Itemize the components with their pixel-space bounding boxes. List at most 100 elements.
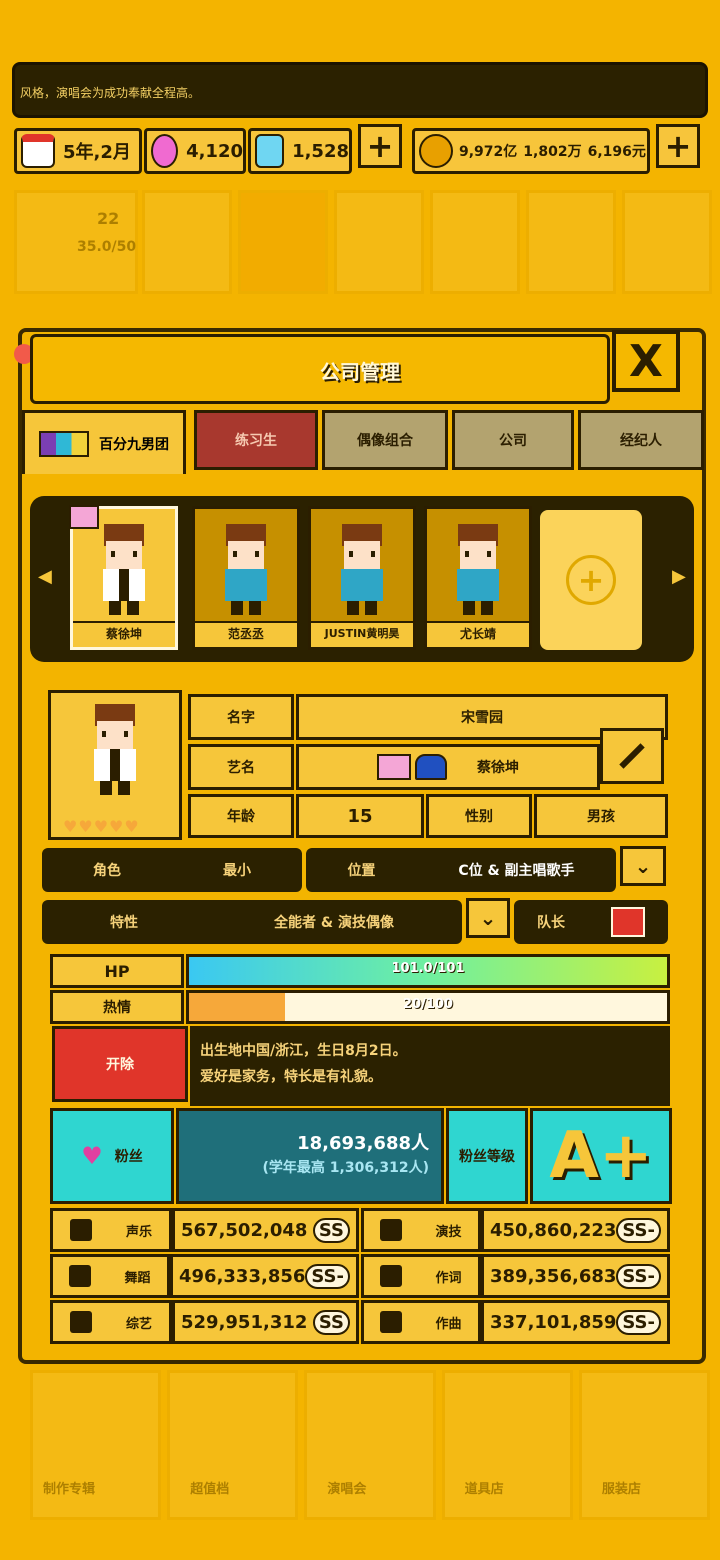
diamond-icon	[255, 134, 285, 168]
hp-bar: 101.0/101	[186, 954, 670, 988]
position-value: C位 & 副主唱歌手	[458, 863, 575, 879]
stat-value: 450,860,223	[490, 1219, 617, 1241]
bottom-tile: 超值档	[167, 1370, 299, 1520]
chevron-down-icon: ⌄	[634, 854, 652, 878]
fan-level-grade-box: A+	[530, 1108, 672, 1204]
stat-label: 综艺	[125, 1316, 152, 1332]
money-yi-text: 9,972亿	[459, 144, 518, 160]
stat-grade: SS	[312, 1217, 350, 1243]
tab-manager[interactable]: 经纪人	[578, 410, 704, 470]
stat-value-box: 567,502,048 SS	[172, 1208, 359, 1252]
bg-tile-2	[142, 190, 232, 294]
piano-icon	[380, 1311, 403, 1333]
trait-label: 特性	[110, 915, 138, 931]
passion-label: 热情	[50, 990, 184, 1024]
stat-grade: SS-	[616, 1309, 661, 1335]
bottom-tile: 演唱会	[304, 1370, 436, 1520]
add-money-button[interactable]: +	[656, 124, 700, 168]
tab-group[interactable]: 百分九男团	[22, 410, 186, 474]
stat-row: 作曲 337,101,859 SS-	[361, 1300, 670, 1344]
position-dropdown-button[interactable]: ⌄	[620, 846, 666, 886]
stat-label-box: 作词	[361, 1254, 481, 1298]
stat-label-box: 综艺	[50, 1300, 172, 1344]
member-card-2[interactable]: 范丞丞	[192, 506, 300, 650]
member-card-3[interactable]: JUSTIN黄明昊	[308, 506, 416, 650]
crown-icon	[69, 505, 99, 529]
group-icon	[39, 430, 89, 457]
label-text: 年龄	[227, 809, 255, 825]
trait-row: 特性 全能者 & 演技偶像	[42, 900, 462, 944]
tab-company[interactable]: 公司	[452, 410, 574, 470]
bg-tile-5	[430, 190, 520, 294]
label-text: 热情	[103, 1000, 131, 1016]
carousel-left-arrow[interactable]: ◀	[38, 566, 52, 587]
panel-title: 公司管理	[320, 360, 400, 384]
leader-toggle-icon[interactable]	[611, 907, 645, 937]
tab-label: 练习生	[235, 433, 277, 449]
bottom-tile: 服装店	[578, 1370, 711, 1520]
bg-tile-3	[238, 190, 328, 294]
gems-display: 4,120	[144, 128, 246, 174]
stat-value-box: 529,951,312 SS	[172, 1300, 359, 1344]
shoe-icon	[69, 1265, 92, 1287]
member-card-4[interactable]: 尤长靖	[424, 506, 532, 650]
tab-label: 经纪人	[620, 433, 662, 449]
stat-row: 舞蹈 496,333,856 SS-	[50, 1254, 359, 1298]
gems-text: 4,120	[186, 140, 243, 162]
pen-icon	[380, 1265, 403, 1287]
add-gems-button[interactable]: +	[358, 124, 402, 168]
bg-tile-7	[622, 190, 712, 294]
passion-bar: 20/100	[186, 990, 670, 1024]
heart-icon: ♥	[81, 1142, 103, 1170]
fan-level-label-box: 粉丝等级	[446, 1108, 528, 1204]
member-sprite	[341, 524, 383, 615]
leader-row: 队长	[514, 900, 668, 944]
stat-label-box: 作曲	[361, 1300, 481, 1344]
tab-trainee[interactable]: 练习生	[194, 410, 318, 470]
close-button[interactable]: X	[612, 330, 680, 392]
leader-label: 队长	[537, 915, 565, 931]
diamonds-text: 1,528	[292, 140, 349, 162]
label-text: HP	[104, 961, 130, 981]
alias-label: 艺名	[188, 744, 294, 790]
crown-icon	[377, 754, 411, 780]
stat-row: 演技 450,860,223 SS-	[361, 1208, 670, 1252]
bottom-tile-label: 演唱会	[327, 1482, 367, 1497]
member-card-1[interactable]: 蔡徐坤	[69, 505, 178, 650]
bio-line-2: 爱好是家务，特长是有礼貌。	[200, 1069, 382, 1085]
bg-tile-progress: 35.0/50	[77, 239, 137, 255]
label-text: 艺名	[227, 760, 255, 776]
plus-icon: +	[366, 127, 394, 165]
fire-button[interactable]: 开除	[52, 1026, 188, 1102]
cap-icon	[415, 754, 447, 780]
money-wan-text: 1,802万	[523, 144, 582, 160]
hp-value: 101.0/101	[391, 961, 465, 976]
member-name: 蔡徐坤	[73, 621, 175, 647]
edit-name-button[interactable]	[600, 728, 664, 784]
bottom-tile-label: 超值档	[190, 1482, 230, 1497]
stat-row: 声乐 567,502,048 SS	[50, 1208, 359, 1252]
passion-value: 20/100	[403, 997, 453, 1012]
role-label: 角色	[93, 863, 121, 879]
smile-icon	[69, 1311, 92, 1333]
stat-label: 舞蹈	[124, 1270, 151, 1286]
role-row: 角色 最小	[42, 848, 302, 892]
stat-value: 496,333,856	[179, 1265, 306, 1287]
stat-label-box: 声乐	[50, 1208, 172, 1252]
add-member-slot[interactable]: +	[540, 510, 642, 650]
bio-box: 出生地中国/浙江，生日8月2日。 爱好是家务，特长是有礼貌。	[190, 1026, 670, 1106]
stat-value-box: 389,356,683 SS-	[481, 1254, 670, 1298]
stat-label: 演技	[435, 1224, 462, 1240]
camera-icon	[380, 1219, 403, 1241]
stat-value: 337,101,859	[490, 1311, 617, 1333]
carousel-right-arrow[interactable]: ▶	[672, 566, 686, 587]
stat-label: 作曲	[435, 1316, 462, 1332]
trait-dropdown-button[interactable]: ⌄	[466, 898, 510, 938]
add-circle-icon: +	[566, 555, 616, 605]
stat-grade: SS-	[616, 1263, 661, 1289]
tab-idol-group[interactable]: 偶像组合	[322, 410, 448, 470]
tab-label: 偶像组合	[357, 433, 413, 449]
stat-label-box: 舞蹈	[50, 1254, 170, 1298]
bottom-tile: 制作专辑	[30, 1370, 162, 1520]
stat-value: 529,951,312	[181, 1311, 308, 1333]
